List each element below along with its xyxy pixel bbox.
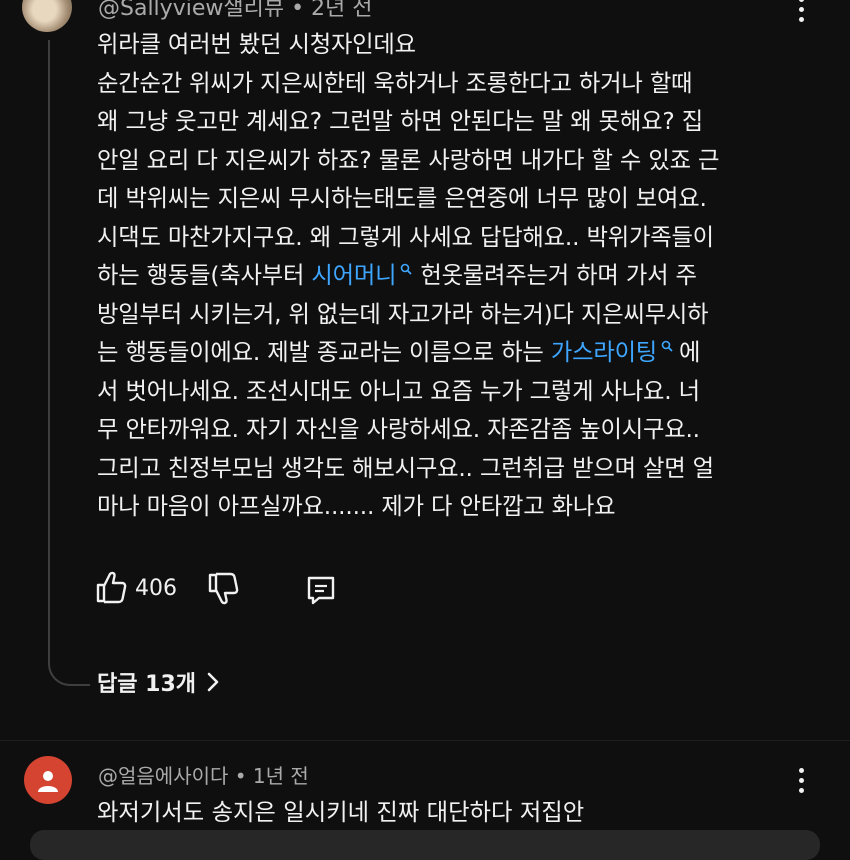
avatar[interactable] bbox=[24, 756, 72, 804]
thread-line bbox=[48, 40, 90, 686]
replies-label: 답글 13개 bbox=[97, 672, 196, 697]
more-vert-icon[interactable] bbox=[796, 0, 806, 22]
comment-author[interactable]: @얼음에사이다 bbox=[98, 764, 228, 788]
reply-button[interactable] bbox=[305, 574, 337, 606]
comment-line: 마나 마음이 아프실까요....... 제가 다 안타깝고 화나요 bbox=[97, 493, 616, 520]
comment-author[interactable]: @Sallyview샐리뷰 bbox=[98, 0, 284, 21]
divider bbox=[0, 740, 850, 741]
comment-meta: @Sallyview샐리뷰 • 2년 전 bbox=[98, 0, 373, 22]
comment-icon bbox=[307, 576, 335, 605]
comment-text-segment: 는 행동들이에요. 제발 종교라는 이름으로 하는 bbox=[97, 339, 551, 366]
user-icon bbox=[38, 771, 58, 792]
bottom-bar bbox=[0, 826, 850, 860]
more-vert-icon[interactable] bbox=[796, 768, 806, 793]
avatar[interactable] bbox=[22, 0, 72, 32]
comment-text-segment: 하는 행동들(축사부터 bbox=[97, 262, 312, 289]
comment-line: 데 박위씨는 지은씨 무시하는태도를 은연중에 너무 많이 보여요. bbox=[97, 185, 707, 212]
comment-time: • 1년 전 bbox=[234, 764, 309, 788]
comment-line: 왜 그냥 웃고만 계세요? 그런말 하면 안된다는 말 왜 못해요? 집 bbox=[97, 108, 703, 135]
search-icon[interactable] bbox=[400, 263, 412, 275]
chevron-right-icon bbox=[207, 672, 219, 692]
search-icon[interactable] bbox=[661, 340, 673, 352]
like-button[interactable] bbox=[95, 570, 127, 604]
comment-line: 는 행동들이에요. 제발 종교라는 이름으로 하는 가스라이팅 에 bbox=[97, 334, 797, 373]
like-count: 406 bbox=[135, 576, 177, 601]
comment-line: 방일부터 시키는거, 위 없는데 자고가라 하는거)다 지은씨무시하 bbox=[97, 300, 709, 328]
comment-text-segment: 헌옷물려주는거 하며 가서 주 bbox=[420, 262, 697, 289]
comment-text-segment: 에 bbox=[679, 339, 701, 366]
comment-text: 위라클 여러번 봤던 시청자인데요 순간순간 위씨가 지은씨한테 욱하거나 조롱… bbox=[97, 26, 797, 527]
comment-time: • 2년 전 bbox=[291, 0, 373, 21]
comment-line: 그리고 친정부모님 생각도 해보시구요.. 그런취급 받으며 살면 얼 bbox=[97, 454, 714, 482]
comment-line: 시댁도 마찬가지구요. 왜 그렇게 사세요 답답해요.. 박위가족들이 bbox=[97, 223, 714, 251]
reply-input-bar[interactable] bbox=[30, 830, 820, 860]
comment-line: 위라클 여러번 봤던 시청자인데요 bbox=[97, 31, 416, 58]
replies-toggle[interactable]: 답글 13개 bbox=[97, 666, 220, 698]
comment-line: 무 안타까워요. 자기 자신을 사랑하세요. 자존감좀 높이시구요.. bbox=[97, 416, 700, 443]
search-link-mother-in-law[interactable]: 시어머니 bbox=[311, 262, 396, 289]
thumbs-down-icon bbox=[208, 572, 239, 605]
thumbs-up-icon bbox=[96, 571, 127, 604]
comment-line: 안일 요리 다 지은씨가 하죠? 물론 사랑하면 내가다 할 수 있죠 근 bbox=[97, 146, 720, 174]
dislike-button[interactable] bbox=[207, 572, 239, 606]
comment-line: 서 벗어나세요. 조선시대도 아니고 요즘 누가 그렇게 사나요. 너 bbox=[97, 377, 700, 405]
search-link-gaslighting[interactable]: 가스라이팅 bbox=[551, 339, 657, 366]
comment-meta: @얼음에사이다 • 1년 전 bbox=[98, 760, 309, 789]
comment-line: 하는 행동들(축사부터 시어머니 헌옷물려주는거 하며 가서 주 bbox=[97, 257, 797, 296]
comment-line: 순간순간 위씨가 지은씨한테 욱하거나 조롱한다고 하거나 할때 bbox=[97, 69, 693, 97]
